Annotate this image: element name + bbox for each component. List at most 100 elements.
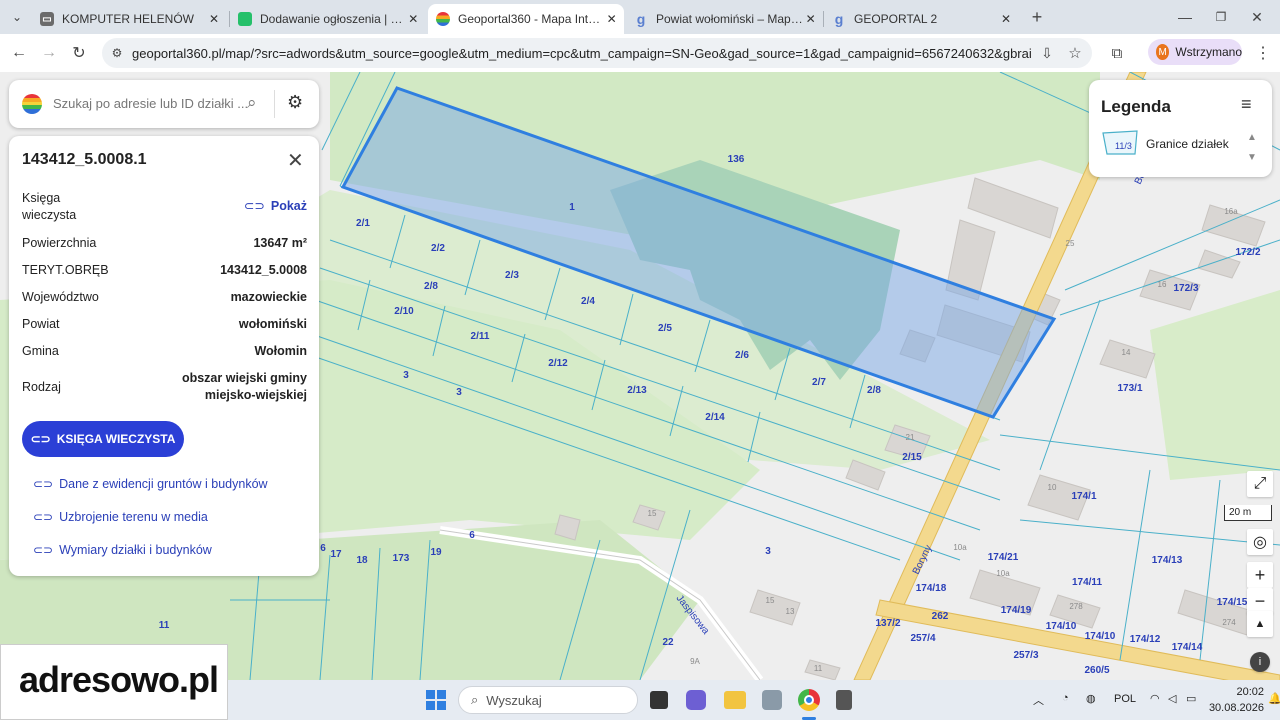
- reload-icon[interactable]: ↻: [68, 42, 90, 64]
- tab-komputer-helenow[interactable]: ▭ KOMPUTER HELENÓW ✕: [32, 4, 228, 34]
- close-tab-icon[interactable]: ✕: [805, 12, 816, 26]
- fullscreen-icon[interactable]: ⤢: [1247, 471, 1273, 497]
- show-ksiega-link[interactable]: ⊂⊃ Pokaż: [132, 198, 307, 215]
- parcel-info-panel: 143412_5.0008.1 ✕ Księga wieczysta ⊂⊃ Pok…: [9, 136, 319, 576]
- tab-search-icon[interactable]: ⌄: [6, 6, 28, 28]
- volume-icon[interactable]: ◁: [1168, 692, 1176, 705]
- link-dane-ewidencji[interactable]: ⊂⊃ Dane z ewidencji gruntów i budynków: [33, 477, 268, 491]
- parcel-number-label: 11: [159, 620, 170, 631]
- row-key: Województwo: [22, 290, 99, 304]
- tab-geoportal-2[interactable]: g GEOPORTAL 2 ✕: [824, 4, 1020, 34]
- scroll-down-icon[interactable]: ▼: [1247, 152, 1257, 163]
- parcel-number-label: 172/2: [1235, 247, 1260, 258]
- parcel-number-label: 257/4: [910, 633, 935, 644]
- close-panel-icon[interactable]: ✕: [287, 148, 304, 173]
- battery-icon[interactable]: ▭: [1186, 692, 1196, 705]
- tray-app-icon[interactable]: ◔: [1062, 692, 1069, 704]
- locate-me-icon[interactable]: ◎: [1247, 529, 1273, 555]
- page-favicon-icon: ▭: [40, 12, 54, 26]
- row-value: Wołomin: [254, 344, 307, 358]
- parcel-number-label: 260/5: [1084, 665, 1109, 676]
- house-number-label: 13: [786, 607, 795, 616]
- close-window-icon[interactable]: ✕: [1246, 6, 1268, 28]
- clock-time[interactable]: 20:02: [1228, 686, 1264, 698]
- restore-window-icon[interactable]: ❐: [1210, 6, 1232, 28]
- search-input[interactable]: Szukaj po adresie lub ID działki ...: [53, 96, 248, 111]
- tab-otodom[interactable]: Dodawanie ogłoszenia | Otodom ✕: [230, 4, 426, 34]
- parcel-number-label: 2/3: [505, 270, 519, 281]
- windows-taskbar: ⌕ Wyszukaj ︿ ◔ ◍ POL ◠ ◁ ▭ 20:02 30.08.2…: [228, 680, 1280, 720]
- site-info-icon[interactable]: ⚙: [106, 42, 128, 64]
- teams-icon[interactable]: [686, 690, 706, 710]
- search-icon[interactable]: ⌕: [247, 93, 257, 113]
- forward-arrow-icon[interactable]: →: [38, 42, 60, 64]
- parcel-number-label: 22: [662, 637, 674, 648]
- tab-title: Geoportal360 - Mapa Interaktywna: [458, 12, 606, 26]
- close-tab-icon[interactable]: ✕: [998, 12, 1014, 26]
- back-arrow-icon[interactable]: ←: [8, 42, 30, 64]
- parcel-number-label: 3: [765, 546, 771, 557]
- parcel-number-label: 174/12: [1130, 634, 1161, 645]
- bookmark-star-icon[interactable]: ☆: [1064, 42, 1086, 64]
- tab-powiat-wolominski[interactable]: g Powiat wołomiński – Mapy - GEOPORTAL ✕: [626, 4, 822, 34]
- house-number-label: 15: [766, 596, 775, 605]
- tab-title: Powiat wołomiński – Mapy - GEOPORTAL: [656, 12, 805, 26]
- photos-app-icon[interactable]: [762, 690, 782, 710]
- file-explorer-icon[interactable]: [724, 691, 746, 709]
- row-value: obszar wiejski gminy miejsko-wiejskiej: [181, 371, 307, 402]
- row-key: TERYT.OBRĘB: [22, 263, 109, 277]
- wifi-icon[interactable]: ◠: [1150, 692, 1160, 705]
- taskbar-search[interactable]: ⌕ Wyszukaj: [458, 686, 638, 714]
- house-number-label: 25: [1066, 239, 1075, 248]
- extensions-icon[interactable]: ⧉: [1106, 42, 1128, 64]
- address-bar[interactable]: ⚙ geoportal360.pl/map/?src=adwords&utm_s…: [102, 38, 1092, 68]
- clock-date[interactable]: 30.08.2026: [1198, 702, 1264, 714]
- parcel-number-label: 174/10: [1085, 631, 1116, 642]
- close-tab-icon[interactable]: ✕: [605, 12, 618, 26]
- calculator-icon[interactable]: [836, 690, 852, 710]
- link-label: Dane z ewidencji gruntów i budynków: [59, 477, 268, 491]
- house-number-label: 16a: [1224, 207, 1238, 216]
- otodom-favicon-icon: [238, 12, 252, 26]
- settings-gear-icon[interactable]: ⚙: [287, 92, 303, 113]
- zoom-in-icon[interactable]: +: [1247, 562, 1273, 588]
- close-tab-icon[interactable]: ✕: [406, 12, 420, 26]
- parcel-number-label: 2/1: [356, 218, 370, 229]
- parcel-number-label: 262: [932, 611, 949, 622]
- layers-menu-icon[interactable]: ≡: [1241, 94, 1252, 115]
- info-icon[interactable]: i: [1250, 652, 1270, 672]
- link-label: Wymiary działki i budynków: [59, 543, 212, 557]
- parcel-number-label: 174/10: [1046, 621, 1077, 632]
- browser-menu-icon[interactable]: ⋮: [1252, 42, 1274, 64]
- windows-start-icon[interactable]: [426, 690, 446, 710]
- task-view-icon[interactable]: [650, 691, 668, 709]
- parcel-number-label: 3: [456, 387, 462, 398]
- chrome-icon[interactable]: [798, 689, 820, 711]
- url-text[interactable]: geoportal360.pl/map/?src=adwords&utm_sou…: [132, 46, 1032, 61]
- tab-geoportal360[interactable]: Geoportal360 - Mapa Interaktywna ✕: [428, 4, 624, 34]
- scroll-up-icon[interactable]: ▲: [1247, 132, 1257, 143]
- tab-title: KOMPUTER HELENÓW: [62, 12, 195, 26]
- tray-overflow-icon[interactable]: ︿: [1033, 692, 1044, 708]
- link-uzbrojenie-terenu[interactable]: ⊂⊃ Uzbrojenie terenu w media: [33, 510, 208, 524]
- show-ksiega-label: Pokaż: [270, 199, 307, 213]
- language-indicator[interactable]: POL: [1114, 693, 1136, 705]
- geoportal-favicon-icon: g: [636, 11, 646, 27]
- link-wymiary-dzialki[interactable]: ⊂⊃ Wymiary działki i budynków: [33, 543, 212, 557]
- search-divider: [274, 90, 275, 118]
- notification-icon[interactable]: 🔔: [1268, 692, 1280, 705]
- house-number-label: 274: [1222, 618, 1236, 627]
- install-app-icon[interactable]: ⇩: [1036, 42, 1058, 64]
- legend-item-label: Granice działek: [1146, 137, 1229, 151]
- profile-button[interactable]: M Wstrzymano: [1148, 39, 1242, 65]
- minimize-window-icon[interactable]: —: [1174, 6, 1196, 28]
- close-tab-icon[interactable]: ✕: [206, 12, 222, 26]
- tray-app-icon[interactable]: ◍: [1086, 692, 1096, 705]
- search-box[interactable]: Szukaj po adresie lub ID działki ... ⌕ ⚙: [9, 80, 319, 128]
- row-rodzaj: Rodzaj obszar wiejski gminy miejsko-wiej…: [22, 370, 307, 406]
- compass-icon[interactable]: ▲: [1247, 611, 1273, 637]
- avatar: M: [1156, 44, 1170, 60]
- new-tab-icon[interactable]: +: [1026, 6, 1048, 28]
- parcel-number-label: 173/1: [1117, 383, 1142, 394]
- ksiega-wieczysta-button[interactable]: ⊂⊃ KSIĘGA WIECZYSTA: [22, 421, 184, 457]
